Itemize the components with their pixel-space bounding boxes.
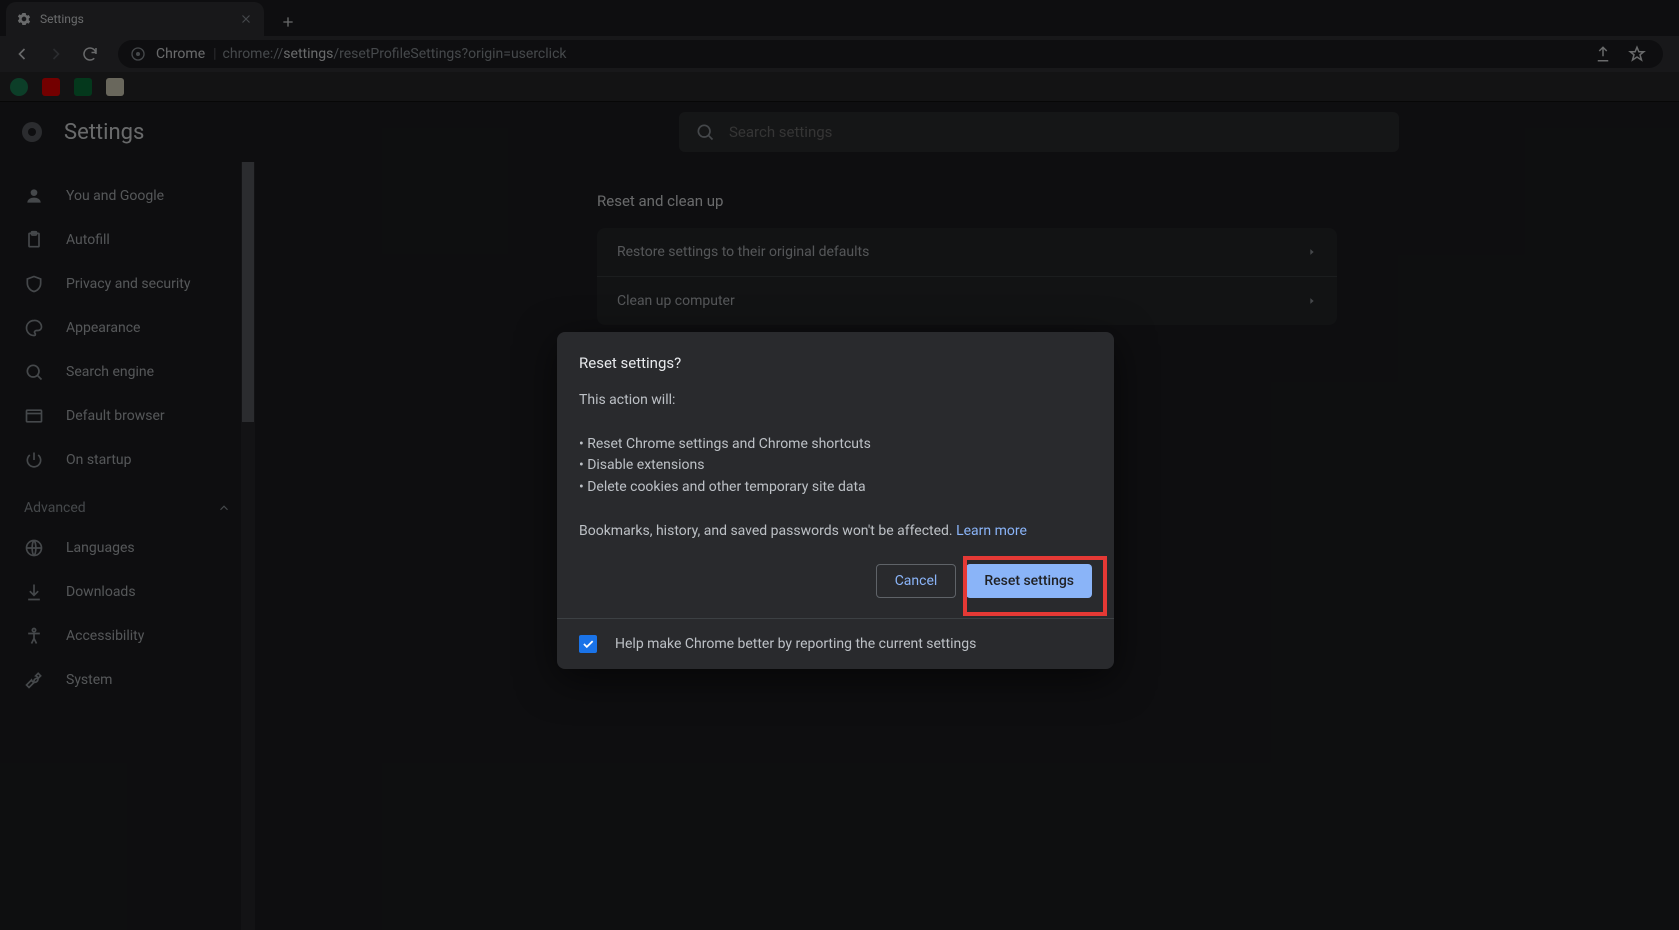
cancel-button[interactable]: Cancel	[876, 564, 957, 598]
dialog-title: Reset settings?	[579, 354, 1092, 372]
dialog-bullet: • Delete cookies and other temporary sit…	[579, 477, 1092, 499]
reset-settings-dialog: Reset settings? This action will: • Rese…	[557, 332, 1114, 669]
help-text: Help make Chrome better by reporting the…	[615, 636, 976, 652]
help-checkbox[interactable]	[579, 635, 597, 653]
learn-more-link[interactable]: Learn more	[956, 523, 1027, 539]
dialog-body: This action will: • Reset Chrome setting…	[579, 390, 1092, 542]
dialog-lead: This action will:	[579, 390, 1092, 412]
dialog-footer: Help make Chrome better by reporting the…	[557, 618, 1114, 669]
dialog-bullet: • Reset Chrome settings and Chrome short…	[579, 434, 1092, 456]
current-settings-link[interactable]: current settings	[879, 636, 977, 652]
dialog-bullet: • Disable extensions	[579, 455, 1092, 477]
dialog-footnote: Bookmarks, history, and saved passwords …	[579, 523, 1027, 539]
reset-settings-button[interactable]: Reset settings	[966, 564, 1092, 598]
